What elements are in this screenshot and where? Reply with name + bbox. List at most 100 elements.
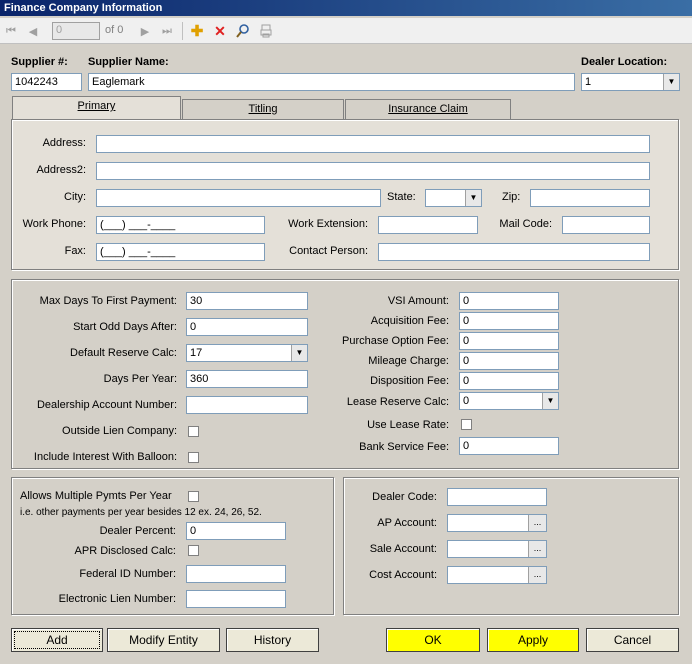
contact-person-label: Contact Person:: [289, 245, 368, 257]
dealership-account-label: Dealership Account Number:: [36, 399, 177, 411]
primary-tab-panel: Address: Address2: City: State: ▼ Zip: W…: [11, 119, 679, 270]
supplier-name-field[interactable]: Eaglemark: [88, 73, 575, 91]
max-days-field[interactable]: 30: [186, 292, 308, 310]
contact-person-field[interactable]: [378, 243, 650, 261]
sale-account-field[interactable]: ...: [447, 540, 547, 558]
disposition-fee-label: Disposition Fee:: [370, 375, 449, 387]
fax-label: Fax:: [64, 245, 86, 257]
first-record-icon[interactable]: ⏮: [2, 22, 20, 40]
zip-field[interactable]: [530, 189, 650, 207]
record-number-input[interactable]: 0: [52, 22, 100, 40]
include-interest-checkbox[interactable]: [188, 452, 199, 463]
state-label: State:: [387, 191, 416, 203]
delete-record-icon[interactable]: ✕: [211, 22, 229, 40]
add-button[interactable]: Add: [11, 628, 103, 652]
address-label: Address:: [42, 137, 86, 149]
city-field[interactable]: [96, 189, 381, 207]
purchase-option-label: Purchase Option Fee:: [341, 335, 449, 347]
record-count-label: of 0: [105, 24, 124, 36]
multiple-pymts-checkbox[interactable]: [188, 491, 199, 502]
lease-reserve-label: Lease Reserve Calc:: [346, 396, 449, 408]
dealer-percent-label: Dealer Percent:: [99, 525, 176, 537]
default-reserve-label: Default Reserve Calc:: [70, 347, 177, 359]
max-days-label: Max Days To First Payment:: [39, 295, 177, 307]
cancel-button[interactable]: Cancel: [586, 628, 679, 652]
prev-record-icon[interactable]: ◀: [24, 22, 42, 40]
chevron-down-icon[interactable]: ▼: [663, 74, 679, 90]
fax-field[interactable]: (___) ___-____: [96, 243, 265, 261]
settings-panel: Max Days To First Payment: 30 Start Odd …: [11, 279, 679, 469]
apr-disclosed-checkbox[interactable]: [188, 545, 199, 556]
work-extension-label: Work Extension:: [288, 218, 368, 230]
bank-service-fee-field[interactable]: 0: [459, 437, 559, 455]
electronic-lien-field[interactable]: [186, 590, 286, 608]
modify-entity-button[interactable]: Modify Entity: [107, 628, 220, 652]
window-title: Finance Company Information: [0, 0, 692, 16]
history-button[interactable]: History: [226, 628, 319, 652]
state-select[interactable]: ▼: [425, 189, 482, 207]
accounts-panel: Dealer Code: AP Account: ... Sale Accoun…: [343, 477, 679, 615]
acquisition-fee-field[interactable]: 0: [459, 312, 559, 330]
vsi-amount-label: VSI Amount:: [387, 295, 449, 307]
ok-button[interactable]: OK: [386, 628, 480, 652]
print-icon[interactable]: [257, 22, 275, 40]
sale-account-browse-button[interactable]: ...: [528, 541, 546, 557]
bank-service-fee-label: Bank Service Fee:: [359, 441, 449, 453]
next-record-icon[interactable]: ▶: [136, 22, 154, 40]
include-interest-label: Include Interest With Balloon:: [33, 451, 177, 463]
work-phone-field[interactable]: (___) ___-____: [96, 216, 265, 234]
add-record-icon[interactable]: ✚: [188, 22, 206, 40]
chevron-down-icon[interactable]: ▼: [542, 393, 558, 409]
cost-account-field[interactable]: ...: [447, 566, 547, 584]
apply-button[interactable]: Apply: [487, 628, 579, 652]
dealer-location-value: 1: [585, 76, 592, 88]
address-field[interactable]: [96, 135, 650, 153]
default-reserve-select[interactable]: 17 ▼: [186, 344, 308, 362]
outside-lien-checkbox[interactable]: [188, 426, 199, 437]
tab-primary[interactable]: Primary: [12, 96, 181, 120]
electronic-lien-label: Electronic Lien Number:: [58, 593, 176, 605]
dealer-code-field[interactable]: [447, 488, 547, 506]
apr-disclosed-label: APR Disclosed Calc:: [74, 545, 176, 557]
ap-account-browse-button[interactable]: ...: [528, 515, 546, 531]
address2-field[interactable]: [96, 162, 650, 180]
lease-reserve-select[interactable]: 0 ▼: [459, 392, 559, 410]
payment-options-panel: Allows Multiple Pymts Per Year i.e. othe…: [11, 477, 334, 615]
use-lease-rate-checkbox[interactable]: [461, 419, 472, 430]
federal-id-field[interactable]: [186, 565, 286, 583]
supplier-number-label: Supplier #:: [11, 56, 68, 68]
ap-account-field[interactable]: ...: [447, 514, 547, 532]
search-icon[interactable]: [234, 22, 252, 40]
federal-id-label: Federal ID Number:: [79, 568, 176, 580]
tab-titling[interactable]: Titling: [182, 99, 344, 120]
supplier-number-field[interactable]: 1042243: [11, 73, 82, 91]
city-label: City:: [64, 191, 86, 203]
lease-reserve-value: 0: [463, 395, 470, 407]
purchase-option-field[interactable]: 0: [459, 332, 559, 350]
last-record-icon[interactable]: ⏭: [158, 22, 176, 40]
chevron-down-icon[interactable]: ▼: [465, 190, 481, 206]
days-per-year-field[interactable]: 360: [186, 370, 308, 388]
cost-account-browse-button[interactable]: ...: [528, 567, 546, 583]
dealer-percent-field[interactable]: 0: [186, 522, 286, 540]
chevron-down-icon[interactable]: ▼: [291, 345, 307, 361]
dealer-location-select[interactable]: 1 ▼: [581, 73, 680, 91]
vsi-amount-field[interactable]: 0: [459, 292, 559, 310]
mail-code-field[interactable]: [562, 216, 650, 234]
address2-label: Address2:: [36, 164, 86, 176]
work-extension-field[interactable]: [378, 216, 478, 234]
supplier-name-label: Supplier Name:: [88, 56, 169, 68]
start-odd-days-label: Start Odd Days After:: [73, 321, 177, 333]
tab-insurance-claim[interactable]: Insurance Claim: [345, 99, 511, 120]
mileage-charge-label: Mileage Charge:: [368, 355, 449, 367]
sale-account-label: Sale Account:: [369, 543, 437, 555]
work-phone-label: Work Phone:: [22, 218, 86, 230]
dealership-account-field[interactable]: [186, 396, 308, 414]
dealer-code-label: Dealer Code:: [372, 491, 437, 503]
disposition-fee-field[interactable]: 0: [459, 372, 559, 390]
mileage-charge-field[interactable]: 0: [459, 352, 559, 370]
start-odd-days-field[interactable]: 0: [186, 318, 308, 336]
use-lease-rate-label: Use Lease Rate:: [367, 419, 449, 431]
record-navigator: ⏮ ◀ 0 of 0 ▶ ⏭ ✚ ✕: [0, 18, 692, 44]
multiple-pymts-hint: i.e. other payments per year besides 12 …: [20, 507, 262, 518]
